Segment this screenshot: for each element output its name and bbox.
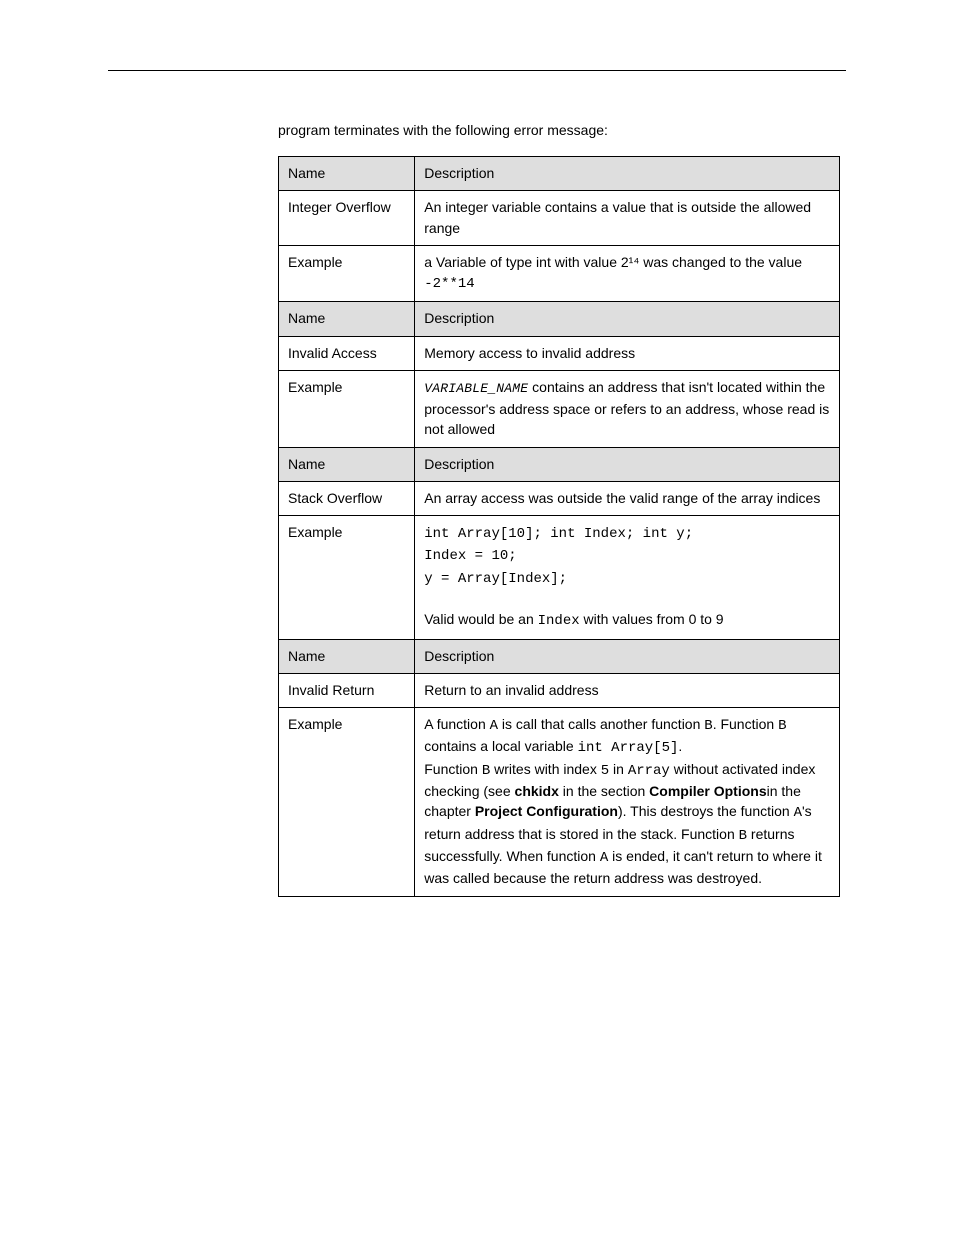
header-cell-name: Name bbox=[279, 302, 415, 336]
table-header: Name Description bbox=[279, 639, 840, 673]
cell-mono: A bbox=[490, 718, 498, 734]
header-cell-desc: Description bbox=[415, 639, 840, 673]
cell-name: Integer Overflow bbox=[279, 191, 415, 246]
error-table: Name Description Integer Overflow An int… bbox=[278, 156, 840, 897]
cell-text: contains a local variable bbox=[424, 738, 577, 754]
document-page: program terminates with the following er… bbox=[0, 0, 954, 1235]
cell-text: in bbox=[609, 761, 628, 777]
cell-mono: A bbox=[794, 805, 802, 821]
table-row: Example A function A is call that calls … bbox=[279, 708, 840, 896]
cell-text: ). This destroys the function bbox=[618, 803, 794, 819]
cell-mono: B bbox=[778, 718, 786, 734]
cell-mono: B bbox=[704, 718, 712, 734]
table-row: Example a Variable of type int with valu… bbox=[279, 245, 840, 302]
cell-mono: 5 bbox=[601, 763, 609, 779]
cell-mono: B bbox=[739, 828, 747, 844]
header-cell-name: Name bbox=[279, 157, 415, 191]
cell-desc: VARIABLE_NAME contains an address that i… bbox=[415, 371, 840, 447]
cell-desc: A function A is call that calls another … bbox=[415, 708, 840, 896]
cell-desc: Return to an invalid address bbox=[415, 673, 840, 707]
header-cell-desc: Description bbox=[415, 447, 840, 481]
cell-mono: Array bbox=[628, 763, 670, 779]
cell-text: A function bbox=[424, 716, 489, 732]
intro-text: program terminates with the following er… bbox=[278, 120, 608, 141]
code-line: Index = 10; bbox=[424, 548, 516, 564]
table-header: Name Description bbox=[279, 447, 840, 481]
cell-name: Example bbox=[279, 371, 415, 447]
cell-name: Invalid Access bbox=[279, 336, 415, 370]
cell-desc: An integer variable contains a value tha… bbox=[415, 191, 840, 246]
cell-text: in the section bbox=[559, 783, 649, 799]
table-row: Example VARIABLE_NAME contains an addres… bbox=[279, 371, 840, 447]
cell-text: is call that calls another function bbox=[498, 716, 704, 732]
cell-mono: Index bbox=[538, 613, 580, 629]
cell-desc: a Variable of type int with value 2¹⁴ wa… bbox=[415, 245, 840, 302]
cell-bold: Project Configuration bbox=[475, 803, 618, 819]
header-rule bbox=[108, 70, 846, 71]
table-row: Example int Array[10]; int Index; int y;… bbox=[279, 516, 840, 639]
cell-text: Valid would be an bbox=[424, 611, 537, 627]
header-cell-name: Name bbox=[279, 639, 415, 673]
cell-text: with values from 0 to 9 bbox=[580, 611, 724, 627]
cell-text: Function bbox=[424, 761, 482, 777]
cell-desc: int Array[10]; int Index; int y; Index =… bbox=[415, 516, 840, 639]
table-row: Invalid Access Memory access to invalid … bbox=[279, 336, 840, 370]
table-row: Invalid Return Return to an invalid addr… bbox=[279, 673, 840, 707]
cell-bold: chkidx bbox=[515, 783, 559, 799]
code-line: y = Array[Index]; bbox=[424, 571, 567, 587]
cell-mono: int Array[5] bbox=[578, 740, 679, 756]
cell-name: Example bbox=[279, 708, 415, 896]
table-header: Name Description bbox=[279, 157, 840, 191]
table-header: Name Description bbox=[279, 302, 840, 336]
cell-mono: A bbox=[600, 850, 608, 866]
cell-bold: Compiler Options bbox=[649, 783, 766, 799]
cell-desc: An array access was outside the valid ra… bbox=[415, 481, 840, 515]
code-line: int Array[10]; int Index; int y; bbox=[424, 526, 693, 542]
cell-name: Example bbox=[279, 245, 415, 302]
cell-desc: Memory access to invalid address bbox=[415, 336, 840, 370]
cell-text: a Variable of type int with value 2¹⁴ wa… bbox=[424, 254, 802, 270]
cell-var: VARIABLE_NAME bbox=[424, 381, 528, 396]
header-cell-desc: Description bbox=[415, 157, 840, 191]
cell-text: . bbox=[678, 738, 682, 754]
cell-text: writes with index bbox=[490, 761, 600, 777]
table-row: Integer Overflow An integer variable con… bbox=[279, 191, 840, 246]
cell-name: Example bbox=[279, 516, 415, 639]
header-cell-desc: Description bbox=[415, 302, 840, 336]
cell-name: Invalid Return bbox=[279, 673, 415, 707]
cell-mono: -2**14 bbox=[424, 276, 474, 292]
table-row: Stack Overflow An array access was outsi… bbox=[279, 481, 840, 515]
header-cell-name: Name bbox=[279, 447, 415, 481]
cell-text: . Function bbox=[713, 716, 778, 732]
cell-mono: B bbox=[482, 763, 490, 779]
cell-name: Stack Overflow bbox=[279, 481, 415, 515]
